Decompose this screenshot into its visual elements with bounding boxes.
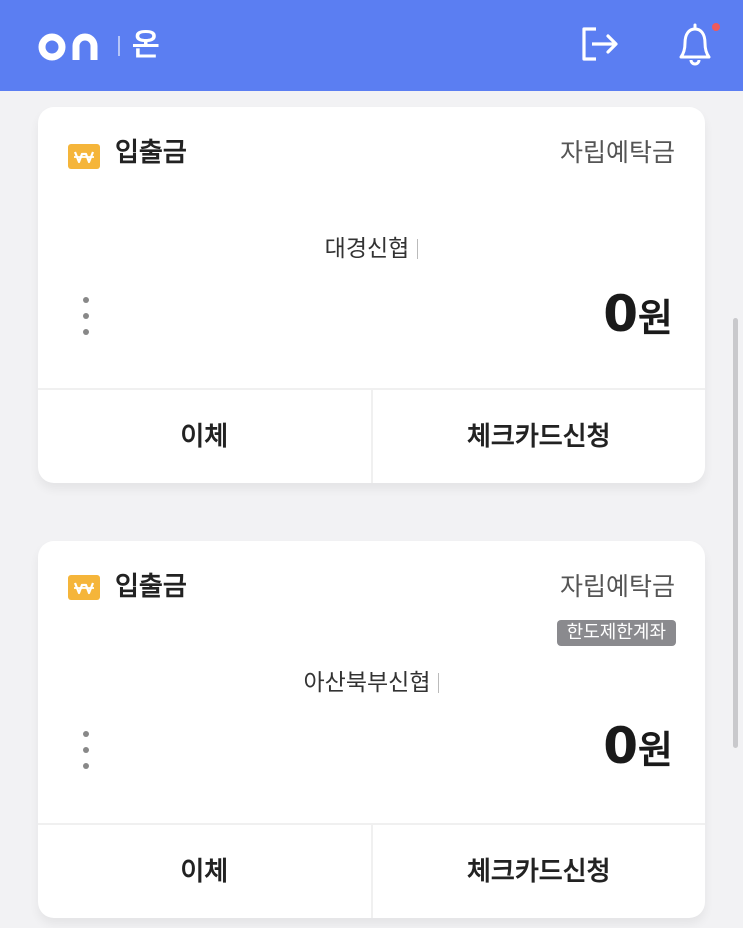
transfer-button[interactable]: 이체	[38, 390, 371, 483]
limit-account-badge: 한도제한계좌	[556, 620, 676, 646]
bank-name: 아산북부신협	[38, 668, 705, 698]
balance-unit: 원	[638, 296, 673, 340]
app-header: 온	[0, 0, 743, 91]
more-options-button[interactable]	[76, 728, 96, 772]
bank-divider	[438, 673, 440, 693]
account-type: 입출금	[115, 138, 187, 168]
won-icon	[68, 575, 100, 600]
account-type: 입출금	[115, 572, 187, 602]
transfer-button[interactable]: 이체	[38, 825, 371, 918]
more-options-button[interactable]	[76, 294, 96, 338]
bank-name-text: 아산북부신협	[303, 670, 431, 696]
card-actions: 이체 체크카드신청	[38, 823, 705, 918]
notification-button[interactable]	[673, 22, 720, 66]
scrollbar[interactable]	[733, 318, 738, 748]
product-name: 자립예탁금	[559, 572, 675, 601]
logo-icon	[38, 33, 98, 61]
bank-name: 대경신협	[38, 234, 705, 264]
logo-divider	[118, 36, 120, 56]
logout-button[interactable]	[578, 22, 622, 66]
account-card[interactable]: 입출금 자립예탁금 대경신협 0원 이체 체크카드신청	[38, 107, 705, 483]
logout-icon	[582, 27, 618, 61]
won-icon	[68, 144, 100, 169]
account-card[interactable]: 입출금 자립예탁금 한도제한계좌 아산북부신협 0원 이체 체크카드신청	[38, 541, 705, 918]
balance-amount: 0원	[603, 286, 673, 354]
bell-icon	[679, 23, 720, 66]
check-card-apply-button[interactable]: 체크카드신청	[370, 825, 706, 918]
app-logo[interactable]: 온	[38, 28, 160, 64]
balance-amount: 0원	[603, 718, 673, 786]
balance-value: 0	[603, 717, 639, 775]
bank-name-text: 대경신협	[324, 236, 410, 262]
check-card-apply-button[interactable]: 체크카드신청	[370, 390, 706, 483]
card-actions: 이체 체크카드신청	[38, 388, 705, 483]
logo-korean-text: 온	[132, 28, 160, 63]
product-name: 자립예탁금	[559, 138, 675, 167]
balance-unit: 원	[638, 728, 673, 772]
balance-value: 0	[603, 285, 639, 343]
notification-dot	[712, 23, 720, 31]
bank-divider	[417, 239, 419, 259]
